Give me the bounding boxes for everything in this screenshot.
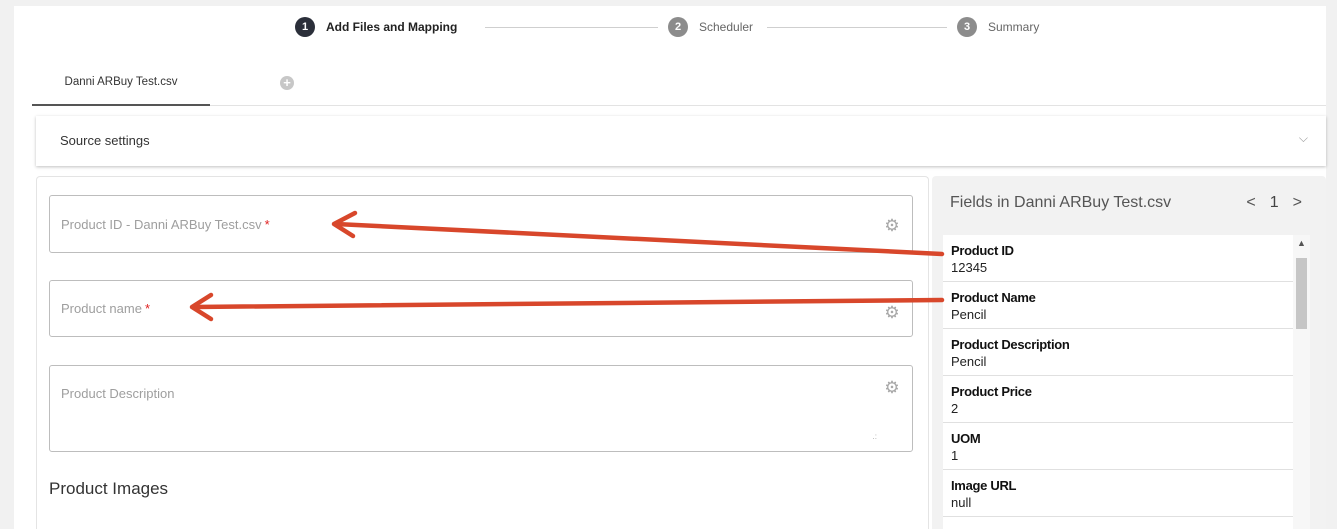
gear-icon[interactable]: ⚙ (884, 379, 900, 396)
list-item[interactable]: Image URL null (943, 470, 1293, 517)
product-images-title: Product Images (49, 479, 169, 498)
add-file-icon[interactable]: + (280, 76, 294, 90)
chevron-down-icon[interactable]: ⌵ (1299, 131, 1308, 146)
chevron-right-icon[interactable]: > (1293, 194, 1302, 212)
list-item[interactable]: Product ID 12345 (943, 235, 1293, 282)
field-placeholder: Product name * (61, 301, 150, 316)
fields-scrollbar[interactable]: ▲ (1293, 235, 1310, 529)
field-value: Pencil (951, 354, 987, 369)
fields-list: Product ID 12345 Product Name Pencil Pro… (943, 235, 1293, 529)
gear-icon[interactable]: ⚙ (884, 304, 900, 321)
required-marker: * (264, 217, 270, 232)
resize-handle-icon[interactable]: .: (873, 432, 877, 441)
mapping-form: Product ID - Danni ARBuy Test.csv * ⚙ Pro… (36, 176, 929, 529)
field-value: 12345 (951, 260, 988, 275)
file-tabs: Danni ARBuy Test.csv + (32, 62, 1326, 106)
step-number: 2 (668, 17, 688, 37)
step-connector (767, 27, 947, 28)
step-label: Scheduler (699, 20, 754, 34)
step-add-files[interactable]: 1 Add Files and Mapping (295, 17, 457, 37)
field-key: Product Name (951, 290, 1036, 305)
source-settings-title: Source settings (60, 133, 150, 148)
required-marker: * (144, 301, 150, 316)
list-item[interactable]: Product Name Pencil (943, 282, 1293, 329)
field-value: 1 (951, 448, 959, 463)
list-item[interactable]: Product Description Pencil (943, 329, 1293, 376)
step-summary[interactable]: 3 Summary (957, 17, 1039, 37)
field-value: 2 (951, 401, 959, 416)
list-item[interactable]: Product Price 2 (943, 376, 1293, 423)
product-id-field[interactable]: Product ID - Danni ARBuy Test.csv * ⚙ (49, 195, 913, 253)
step-scheduler[interactable]: 2 Scheduler (668, 17, 753, 37)
chevron-left-icon[interactable]: < (1246, 194, 1255, 212)
page: 1 Add Files and Mapping 2 Scheduler 3 Su… (14, 6, 1326, 529)
fields-pager: < 1 > (1246, 194, 1302, 212)
step-number: 1 (295, 17, 315, 37)
step-connector (485, 27, 658, 28)
page-number: 1 (1269, 194, 1279, 211)
field-key: Product Price (951, 384, 1032, 399)
field-placeholder: Product ID - Danni ARBuy Test.csv * (61, 217, 270, 232)
field-value: Pencil (951, 307, 987, 322)
step-number: 3 (957, 17, 977, 37)
source-settings-panel[interactable]: Source settings ⌵ (36, 116, 1326, 166)
list-item[interactable]: UOM 1 (943, 423, 1293, 470)
field-placeholder: Product Description (61, 386, 175, 401)
gear-icon[interactable]: ⚙ (884, 217, 900, 234)
scrollbar-thumb[interactable] (1296, 258, 1307, 329)
field-key: UOM (951, 431, 981, 446)
product-description-field[interactable]: Product Description ⚙ .: (49, 365, 913, 452)
field-key: Product Description (951, 337, 1070, 352)
product-name-field[interactable]: Product name * ⚙ (49, 280, 913, 337)
field-value: null (951, 495, 972, 510)
fields-panel-title: Fields in Danni ARBuy Test.csv (950, 194, 1172, 211)
field-key: Image URL (951, 478, 1017, 493)
stepper: 1 Add Files and Mapping 2 Scheduler 3 Su… (14, 17, 1326, 37)
field-key: Product ID (951, 243, 1014, 258)
fields-panel: Fields in Danni ARBuy Test.csv < 1 > Pro… (932, 176, 1326, 529)
step-label: Add Files and Mapping (326, 20, 458, 34)
step-label: Summary (988, 20, 1040, 34)
scroll-up-icon[interactable]: ▲ (1297, 238, 1306, 248)
tab-file[interactable]: Danni ARBuy Test.csv (32, 62, 210, 106)
